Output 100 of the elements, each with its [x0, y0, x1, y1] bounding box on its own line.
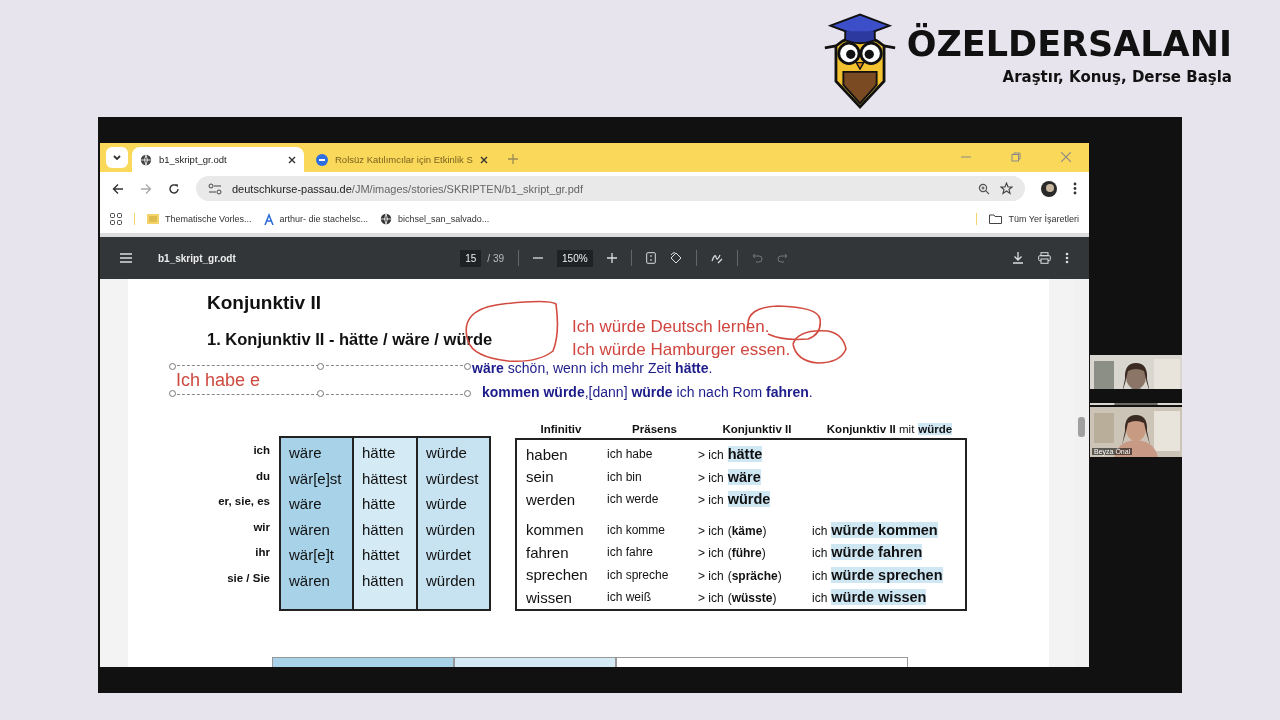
column-header: Konjunktiv II mit würde	[825, 423, 954, 436]
zoom-icon[interactable]	[978, 182, 990, 195]
table-cell-text: ich bin	[607, 469, 643, 484]
table-cell-text: > ich hätte	[698, 445, 764, 464]
close-icon[interactable]	[479, 155, 488, 164]
bookmark-item[interactable]: bichsel_san_salvado...	[380, 213, 490, 225]
table-cell-text: wär[e]st	[288, 468, 343, 489]
reload-icon[interactable]	[168, 182, 180, 195]
ink-circle	[792, 329, 847, 364]
table-cell-text: > ich (führe)	[698, 545, 767, 562]
pronoun-label: wir	[253, 519, 270, 535]
pronoun-label: ihr	[255, 545, 270, 560]
table-cell-text: würden	[425, 570, 477, 591]
table-cell-text: wissen	[526, 588, 573, 606]
more-icon[interactable]	[1065, 252, 1069, 264]
globe-icon	[140, 153, 152, 166]
accent-letter-icon	[263, 213, 274, 225]
table-cell-text: ich habe	[607, 447, 654, 462]
table-cell-text: ich weiß	[607, 590, 652, 605]
draw-icon[interactable]	[710, 252, 723, 264]
table-cell-text: ich fahre	[607, 545, 655, 560]
brand-name: ÖZELDERSALANI	[906, 24, 1232, 64]
table-cell-text: ich spreche	[607, 567, 670, 582]
table-cell-text: ich würde fahren	[812, 543, 924, 562]
zoom-in-icon[interactable]	[606, 253, 617, 263]
example-sentence: kommen würde,[dann] würde ich nach Rom fahren.	[482, 384, 814, 400]
table-cell-text: wären	[288, 519, 331, 540]
bookmark-item[interactable]: Thematische Vorles...	[147, 214, 252, 224]
pronoun-label: er, sie, es	[218, 494, 270, 509]
table-cell-text: sprechen	[526, 566, 589, 584]
handwritten-note: Ich würde Hamburger essen.	[572, 339, 791, 361]
table-cell-text: hättest	[361, 468, 409, 489]
tab-search-button[interactable]	[106, 147, 128, 168]
table-cell-text: sein	[526, 468, 555, 486]
bookmark-item[interactable]: arthur- die stachelsc...	[263, 213, 369, 225]
table-cell-text: hätte	[361, 443, 397, 463]
column-header: Infinitiv	[539, 423, 583, 436]
zoom-level-field[interactable]: 150%	[557, 249, 593, 267]
table-cell-text: wär[e]t	[288, 545, 335, 565]
handwritten-note: Ich würde Deutsch lernen.	[572, 316, 771, 338]
page-number-field[interactable]: 15	[460, 249, 482, 267]
app-logo-icon	[316, 153, 328, 166]
all-bookmarks-item[interactable]: Tüm Yer İşaretleri	[989, 214, 1079, 224]
pronoun-label: ich	[253, 443, 270, 458]
browser-tab[interactable]: b1_skript_gr.odt	[132, 147, 304, 172]
table-cell-text: hättet	[361, 545, 401, 565]
fit-page-icon[interactable]	[645, 252, 656, 264]
table-cell-text: > ich (käme)	[698, 522, 768, 539]
print-icon[interactable]	[1038, 252, 1051, 264]
table-cell-text: > ich würde	[698, 490, 772, 509]
list-icon	[147, 214, 159, 224]
menu-icon[interactable]	[120, 253, 132, 263]
table-cell-text: > ich (wüsste)	[698, 590, 778, 607]
table-cell-text: wären	[288, 570, 331, 591]
redo-icon[interactable]	[776, 253, 788, 263]
column-header: Konjunktiv II	[721, 423, 793, 436]
address-bar[interactable]: deutschkurse-passau.de/JM/images/stories/SKRIPTEN/b1_skript_gr.pdf	[196, 176, 1025, 201]
avatar-icon[interactable]	[1041, 180, 1057, 197]
back-icon[interactable]	[112, 182, 124, 195]
table-cell-text: > ich (spräche)	[698, 567, 783, 584]
page-count: / 39	[487, 252, 505, 264]
table-cell-text: ich würde kommen	[812, 520, 939, 539]
close-icon[interactable]	[288, 155, 296, 164]
apps-grid-icon[interactable]	[110, 213, 122, 225]
brand-tagline: Araştır, Konuş, Derse Başla	[1002, 68, 1232, 86]
document-title: Konjunktiv II	[207, 292, 322, 314]
table-cell-text: fahren	[526, 543, 570, 561]
table-cell-text: würdest	[425, 468, 480, 489]
restore-icon[interactable]	[1011, 152, 1021, 162]
table-cell-text: > ich wäre	[698, 467, 762, 486]
table-cell-text: hätte	[361, 494, 397, 514]
table-cell-text: ich komme	[607, 522, 666, 537]
pronoun-label: sie / Sie	[227, 570, 270, 586]
table-cell-text: würde	[425, 443, 468, 463]
text-box[interactable]: Ich habe e	[172, 365, 468, 395]
site-settings-icon	[208, 182, 222, 195]
table-cell-text: wäre	[288, 494, 323, 514]
table-cell-text: ich würde wissen	[812, 588, 928, 607]
rotate-icon[interactable]	[669, 252, 682, 264]
undo-icon[interactable]	[751, 253, 763, 263]
example-sentence: wäre schön, wenn ich mehr Zeit hätte.	[472, 360, 714, 376]
globe-icon	[380, 213, 393, 225]
table-cell-text: hätten	[361, 519, 405, 540]
table-cell-text: kommen	[526, 521, 585, 539]
folder-icon	[989, 214, 1003, 224]
table-cell-text: werden	[526, 490, 577, 508]
table-cell-text: würden	[425, 519, 477, 540]
pronoun-label: du	[255, 468, 270, 484]
browser-tab[interactable]: Rolsüz Katılımcılar için Etkinlik S	[308, 147, 496, 172]
table-cell-text: würdet	[425, 545, 473, 565]
table-cell-text: würde	[425, 494, 468, 514]
more-icon[interactable]	[1073, 182, 1077, 195]
column-header: Präsens	[631, 423, 678, 436]
star-icon[interactable]	[1000, 182, 1013, 195]
table-cell-text: ich würde sprechen	[812, 565, 944, 584]
table-cell-text: haben	[526, 445, 569, 463]
table-cell-text: ich werde	[607, 492, 660, 507]
download-icon[interactable]	[1012, 252, 1024, 264]
table-cell-text: wäre	[288, 443, 323, 463]
file-name: b1_skript_gr.odt	[158, 252, 236, 264]
